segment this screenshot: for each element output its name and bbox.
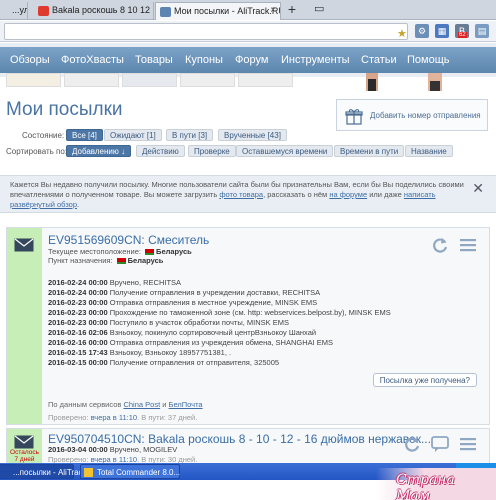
forum-link[interactable]: на форуме — [329, 190, 367, 199]
tracking-event: 2016-02-24 00:00 Получение отправления в… — [48, 288, 321, 297]
product-thumbnail[interactable] — [122, 73, 177, 87]
tab-label: Мои посылки - AliTrack.RU — [174, 6, 281, 16]
nav-item-help[interactable]: Помощь — [407, 54, 450, 66]
filter-all[interactable]: Все [4] — [66, 129, 103, 141]
sort-by-remaining[interactable]: Оставшемуся времени — [236, 145, 334, 157]
tab-label: Bakala роскошь 8 10 12 16 д... — [52, 5, 153, 15]
new-tab-button[interactable]: + — [285, 2, 299, 16]
belpost-link[interactable]: БелПочта — [169, 400, 203, 409]
destination: Пункт назначения: Беларусь — [48, 256, 164, 265]
envelope-icon — [14, 435, 34, 449]
extension-icon[interactable]: ⚙ — [415, 24, 429, 38]
menu-icon[interactable] — [459, 236, 477, 254]
tracking-event: 2016-02-16 02:06 Взньокоу, покинуло сорт… — [48, 328, 317, 337]
product-photo-link[interactable]: фото товара — [219, 190, 263, 199]
nav-item-articles[interactable]: Статьи — [361, 54, 397, 66]
add-tracking-number-button[interactable]: Добавить номер отправления — [336, 99, 488, 131]
refresh-icon[interactable] — [431, 236, 449, 254]
refresh-icon[interactable] — [403, 435, 421, 453]
browser-tab-bar: ...улять... Bakala роскошь 8 10 12 16 д.… — [0, 0, 496, 20]
banner-figure-image — [366, 73, 442, 91]
data-sources: По данным сервисов China Post и БелПочта — [48, 400, 203, 409]
bookmark-star-icon[interactable]: ★ — [397, 27, 407, 40]
sort-by-name[interactable]: Название — [405, 145, 453, 157]
nav-item-photos[interactable]: ФотоХвасты — [61, 54, 124, 66]
watermark-logo: Страна Мам — [396, 472, 455, 500]
parcel-title[interactable]: EV950704510CN: Bakala роскошь 8 - 10 - 1… — [48, 432, 431, 446]
parcel-status-strip: Осталось 7 дней — [7, 429, 42, 467]
tab-label: ...улять... — [12, 5, 28, 15]
parcel-status-strip — [7, 228, 42, 424]
belarus-flag-icon — [116, 258, 126, 265]
add-tracking-number-label: Добавить номер отправления — [370, 111, 481, 120]
product-thumbnail[interactable] — [6, 73, 61, 87]
tracking-event: 2016-02-24 00:00 Вручено, RECHITSA — [48, 278, 182, 287]
close-notice-icon[interactable]: ✕ — [472, 180, 484, 197]
tracking-event: 2016-03-04 00:00 Вручено, MOGILEV — [48, 445, 178, 454]
nav-item-tools[interactable]: Инструменты — [281, 54, 350, 66]
notice-text: Кажется Вы недавно получили посылку. Мно… — [10, 180, 464, 209]
address-bar[interactable]: ★ — [4, 23, 408, 40]
sort-by-added[interactable]: Добавлению ↓ — [66, 145, 132, 157]
tracking-event: 2016-02-16 00:00 Отправка отправления из… — [48, 338, 334, 347]
extension-icon[interactable]: ▤ — [475, 24, 489, 38]
belarus-flag-icon — [145, 249, 155, 256]
sort-by-transit-time[interactable]: Времени в пути — [334, 145, 405, 157]
parcel-card: Осталось 7 дней EV950704510CN: Bakala ро… — [6, 428, 490, 468]
taskbar-item-total-commander[interactable]: Total Commander 8.0... — [80, 464, 180, 479]
parcel-card: EV951569609CN: Смеситель Текущее местопо… — [6, 227, 490, 425]
taskbar-item-browser[interactable]: ...посылки - AliTrack... — [0, 464, 93, 479]
tracking-event: 2016-02-23 00:00 Прохождение по таможенн… — [48, 308, 391, 317]
page-title: Мои посылки — [6, 99, 123, 120]
nav-item-products[interactable]: Товары — [135, 54, 173, 66]
extension-icon[interactable]: ▦ — [435, 24, 449, 38]
total-commander-icon — [84, 468, 93, 477]
aliexpress-favicon-icon — [38, 6, 49, 16]
nav-item-coupons[interactable]: Купоны — [185, 54, 223, 66]
browser-tab[interactable]: Bakala роскошь 8 10 12 16 д... — [34, 2, 154, 20]
browser-toolbar: ★ ⚙ ▦ B 62 ▤ — [0, 21, 496, 42]
tracking-event: 2016-02-23 00:00 Отправка отправления в … — [48, 298, 318, 307]
main-nav: Обзоры ФотоХвасты Товары Купоны Форум Ин… — [0, 47, 496, 73]
tracking-event: 2016-02-15 00:00 Получение отправления о… — [48, 358, 280, 367]
status-filter-label: Состояние: — [22, 131, 65, 140]
product-thumbnail[interactable] — [64, 73, 119, 87]
tracking-event: 2016-02-23 00:00 Поступило в участок обр… — [48, 318, 289, 327]
product-thumbnail[interactable] — [238, 73, 293, 87]
product-thumbnails — [0, 73, 330, 87]
browser-tab-active[interactable]: Мои посылки - AliTrack.RU × — [155, 2, 281, 20]
sort-by-action[interactable]: Действию — [136, 145, 185, 157]
checked-info: Проверено: вчера в 11:10. В пути: 37 дне… — [48, 413, 198, 422]
filter-waiting[interactable]: Ожидают [1] — [104, 129, 162, 141]
filter-in-transit[interactable]: В пути [3] — [166, 129, 214, 141]
window-minimize-icon[interactable]: ▭ — [314, 2, 324, 15]
parcel-received-button[interactable]: Посылка уже получена? — [372, 373, 477, 387]
comment-icon[interactable] — [431, 435, 449, 453]
alitrack-favicon-icon — [160, 7, 171, 17]
current-location: Текущее местоположение: Беларусь — [48, 247, 192, 256]
site-header: Обзоры ФотоХвасты Товары Купоны Форум Ин… — [0, 43, 496, 77]
sort-by-check[interactable]: Проверке — [188, 145, 236, 157]
nav-item-forum[interactable]: Форум — [235, 54, 268, 66]
product-thumbnail[interactable] — [180, 73, 235, 87]
remaining-time-badge: Осталось 7 дней — [10, 449, 39, 463]
envelope-icon — [14, 238, 34, 252]
china-post-link[interactable]: China Post — [123, 400, 160, 409]
gift-icon — [345, 109, 363, 125]
sort-label: Сортировать по: — [6, 147, 68, 156]
tracking-event: 2016-02-15 17:43 Взньокоу, Взньокоу 1895… — [48, 348, 232, 357]
filter-delivered[interactable]: Врученные [43] — [218, 129, 287, 141]
close-tab-icon[interactable]: × — [270, 5, 276, 16]
parcel-title[interactable]: EV951569609CN: Смеситель — [48, 233, 209, 247]
browser-tab[interactable]: ...улять... — [0, 2, 28, 20]
nav-item-reviews[interactable]: Обзоры — [10, 54, 50, 66]
extension-badge: 62 — [458, 32, 467, 38]
feedback-notice: Кажется Вы недавно получили посылку. Мно… — [0, 175, 496, 213]
menu-icon[interactable] — [459, 435, 477, 453]
